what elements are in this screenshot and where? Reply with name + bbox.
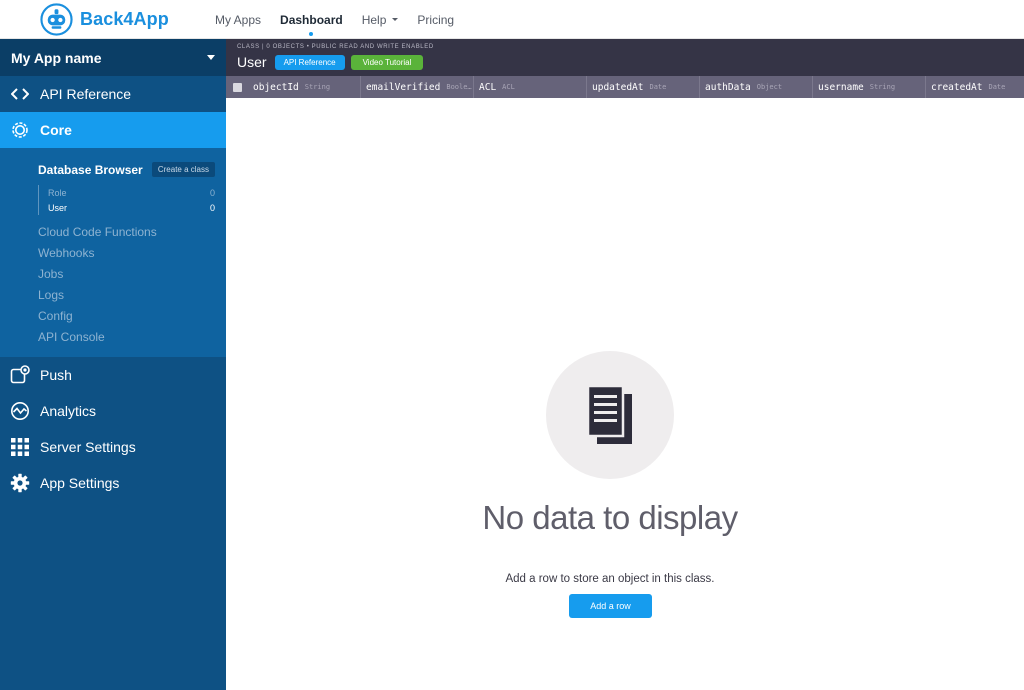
sidebar-item-label: Core [40, 122, 72, 138]
column-authData[interactable]: authData Object [700, 76, 813, 98]
column-type: ACL [502, 83, 515, 91]
column-type: String [304, 83, 331, 91]
caret-down-icon [392, 18, 399, 21]
empty-state-title: No data to display [482, 499, 738, 536]
database-browser-link[interactable]: Database Browser [38, 163, 143, 177]
app-selector[interactable]: My App name [0, 39, 226, 76]
documents-icon [586, 384, 632, 444]
sidebar-link-api-console[interactable]: API Console [0, 326, 226, 347]
sidebar: My App name API Reference Core Database … [0, 39, 226, 690]
grid-icon [10, 437, 30, 457]
column-objectId[interactable]: objectId String [248, 76, 361, 98]
class-list: Role 0 User 0 [38, 185, 226, 215]
empty-state-circle [546, 351, 674, 479]
column-acl[interactable]: ACL ACL [474, 76, 587, 98]
push-notification-icon [10, 365, 30, 385]
data-browser: CLASS | 0 OBJECTS • PUBLIC READ AND WRIT… [226, 39, 1024, 690]
select-all-checkbox[interactable] [232, 82, 242, 92]
nav-dashboard[interactable]: Dashboard [280, 0, 343, 39]
video-tutorial-button[interactable]: Video Tutorial [350, 54, 424, 70]
class-name: Role [48, 187, 67, 198]
sidebar-item-api-reference[interactable]: API Reference [0, 76, 226, 112]
column-header-row: objectId String emailVerified Boole… ACL… [226, 76, 1024, 98]
column-createdAt[interactable]: createdAt Date [926, 76, 1024, 98]
app-window: Back4App My Apps Dashboard Help Pricing … [0, 0, 1024, 690]
sidebar-item-label: Server Settings [40, 439, 136, 455]
column-name: authData [705, 81, 751, 93]
column-name: objectId [253, 81, 299, 93]
add-row-button[interactable]: Add a row [569, 594, 652, 618]
code-brackets-icon [10, 84, 30, 104]
class-subtitle: CLASS | 0 OBJECTS • PUBLIC READ AND WRIT… [237, 44, 434, 50]
sidebar-item-label: App Settings [40, 475, 120, 491]
sidebar-link-cloud-code-functions[interactable]: Cloud Code Functions [0, 221, 226, 242]
column-updatedAt[interactable]: updatedAt Date [587, 76, 700, 98]
back4app-logo-icon [40, 3, 73, 36]
nav-pricing[interactable]: Pricing [417, 0, 454, 39]
class-name: User [48, 202, 68, 213]
gear-icon [10, 473, 30, 493]
select-all-cell [226, 76, 248, 98]
column-type: String [869, 83, 896, 91]
core-submenu: Database Browser Create a class Role 0 U… [0, 148, 226, 357]
sidebar-item-app-settings[interactable]: App Settings [0, 465, 226, 501]
class-count: 0 [209, 202, 215, 213]
column-name: emailVerified [366, 81, 441, 93]
class-item-role[interactable]: Role 0 [39, 185, 226, 200]
class-title: User [237, 54, 267, 70]
api-reference-button[interactable]: API Reference [274, 54, 345, 70]
main-nav: My Apps Dashboard Help Pricing [215, 0, 473, 39]
column-name: ACL [479, 81, 497, 93]
nav-help-label: Help [361, 12, 387, 27]
sidebar-link-webhooks[interactable]: Webhooks [0, 242, 226, 263]
nav-help[interactable]: Help [362, 0, 399, 39]
sidebar-item-server-settings[interactable]: Server Settings [0, 429, 226, 465]
sidebar-item-core[interactable]: Core [0, 112, 226, 148]
create-class-button[interactable]: Create a class [151, 162, 215, 177]
app-name: My App name [11, 49, 102, 66]
column-emailVerified[interactable]: emailVerified Boole… [361, 76, 474, 98]
sidebar-item-label: Analytics [40, 403, 97, 419]
sidebar-link-jobs[interactable]: Jobs [0, 263, 226, 284]
database-browser-header: Database Browser Create a class [0, 158, 226, 181]
column-name: createdAt [931, 81, 983, 93]
sidebar-item-label: API Reference [40, 86, 132, 102]
analytics-icon [10, 401, 30, 421]
nav-my-apps[interactable]: My Apps [215, 0, 261, 39]
sidebar-item-label: Push [40, 367, 72, 383]
column-type: Boole… [446, 83, 472, 91]
sidebar-item-push[interactable]: Push [0, 357, 226, 393]
column-name: username [818, 81, 864, 93]
top-navbar: Back4App My Apps Dashboard Help Pricing [0, 0, 1024, 39]
column-name: updatedAt [592, 81, 644, 93]
gear-outline-icon [10, 120, 30, 140]
dropdown-arrow-icon [207, 55, 215, 60]
column-username[interactable]: username String [813, 76, 926, 98]
brand[interactable]: Back4App [40, 3, 169, 36]
column-type: Date [649, 83, 667, 91]
sidebar-item-analytics[interactable]: Analytics [0, 393, 226, 429]
sidebar-link-logs[interactable]: Logs [0, 284, 226, 305]
sidebar-link-config[interactable]: Config [0, 305, 226, 326]
class-header: CLASS | 0 OBJECTS • PUBLIC READ AND WRIT… [226, 39, 1024, 76]
class-item-user[interactable]: User 0 [39, 200, 226, 215]
class-count: 0 [209, 187, 215, 198]
column-type: Object [756, 83, 783, 91]
column-type: Date [988, 83, 1006, 91]
empty-state-message: Add a row to store an object in this cla… [505, 573, 715, 585]
brand-name: Back4App [80, 9, 169, 29]
class-title-row: User API Reference Video Tutorial [237, 53, 1024, 71]
